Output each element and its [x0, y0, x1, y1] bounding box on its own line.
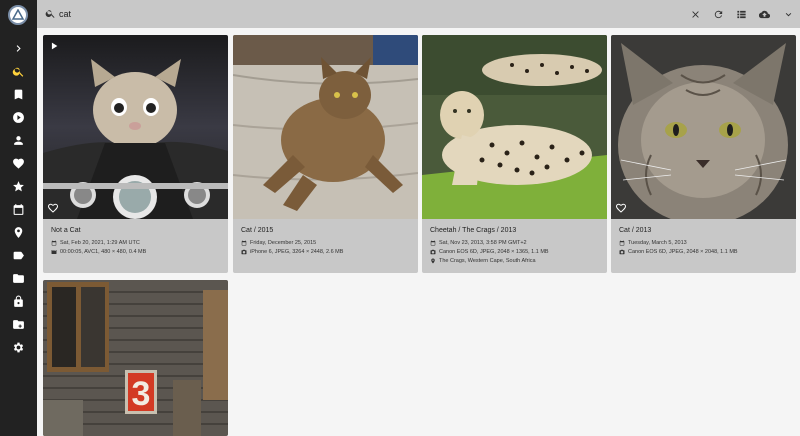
calendar-icon [619, 240, 625, 246]
chevron-right-icon [16, 44, 21, 52]
nav-search[interactable] [8, 61, 28, 81]
photo-card[interactable]: Not a Cat Sat, Feb 20, 2021, 1:29 AM UTC… [43, 35, 228, 273]
expand-search-button[interactable] [781, 7, 795, 21]
cloud-upload-icon [758, 10, 770, 18]
details-text: iPhone 6, JPEG, 3264 × 2448, 2.6 MB [250, 249, 344, 255]
photo-date: Tuesday, March 5, 2013 [619, 240, 796, 246]
label-icon [13, 251, 24, 259]
favorite-heart-icon[interactable] [615, 202, 627, 214]
view-mode-button[interactable] [734, 7, 748, 21]
photo-details: Canon EOS 6D, JPEG, 2048 × 2048, 1.1 MB [619, 249, 796, 255]
play-circle-icon [12, 111, 24, 123]
app-logo[interactable] [8, 5, 28, 25]
search-input[interactable] [59, 4, 659, 24]
close-icon [691, 10, 699, 18]
nav-people[interactable] [8, 130, 28, 150]
kitten-on-motorcycle-image [43, 35, 228, 219]
place-icon [431, 258, 435, 264]
photo-thumbnail[interactable]: 3 [43, 280, 228, 436]
photo-date: Friday, December 25, 2015 [241, 240, 418, 246]
calendar-icon [51, 240, 57, 246]
nav-labels[interactable] [8, 245, 28, 265]
details-text: Canon EOS 6D, JPEG, 2048 × 1365, 1.1 MB [439, 249, 549, 255]
photo-title[interactable]: Cat / 2013 [619, 227, 796, 234]
place-icon [14, 226, 22, 238]
photo-info: Cat / 2015 Friday, December 25, 2015 iPh… [233, 219, 418, 258]
nav-moments[interactable] [8, 176, 28, 196]
photo-thumbnail[interactable] [611, 35, 796, 219]
library-icon [12, 319, 24, 329]
calendar-icon [13, 203, 23, 215]
bookmark-icon [14, 89, 22, 99]
photo-title[interactable]: Cat / 2015 [241, 227, 418, 234]
house-with-number-three-image: 3 [43, 280, 228, 436]
photo-info: Cheetah / The Crags / 2013 Sat, Nov 23, … [422, 219, 607, 267]
calendar-icon [430, 240, 436, 246]
photo-details: Canon EOS 6D, JPEG, 2048 × 1365, 1.1 MB [430, 249, 607, 255]
date-text: Sat, Feb 20, 2021, 1:29 AM UTC [60, 240, 140, 246]
list-view-icon [736, 10, 746, 18]
tabby-cat-portrait-image [611, 35, 796, 219]
date-text: Sat, Nov 23, 2013, 3:58 PM GMT+2 [439, 240, 527, 246]
svg-text:3: 3 [132, 375, 151, 413]
photo-location: The Crags, Western Cape, South Africa [430, 258, 607, 264]
clear-search-button[interactable] [688, 7, 702, 21]
date-text: Friday, December 25, 2015 [250, 240, 317, 246]
video-icon [51, 250, 57, 254]
navigation-rail [0, 0, 37, 436]
photo-title[interactable]: Cheetah / The Crags / 2013 [430, 227, 607, 234]
cat-on-rug-image [233, 35, 418, 219]
details-text: 00:00:05, AVC1, 480 × 480, 0.4 MB [60, 249, 147, 255]
date-text: Tuesday, March 5, 2013 [628, 240, 687, 246]
nav-favorites[interactable] [8, 153, 28, 173]
photo-date: Sat, Feb 20, 2021, 1:29 AM UTC [51, 240, 228, 246]
person-icon [13, 135, 23, 145]
photo-info: Not a Cat Sat, Feb 20, 2021, 1:29 AM UTC… [43, 219, 228, 258]
play-icon [51, 42, 58, 50]
nav-videos[interactable] [8, 107, 28, 127]
camera-icon [619, 249, 625, 255]
photo-thumbnail[interactable] [43, 35, 228, 219]
nav-settings[interactable] [8, 337, 28, 357]
nav-places[interactable] [8, 222, 28, 242]
photo-date: Sat, Nov 23, 2013, 3:58 PM GMT+2 [430, 240, 607, 246]
photo-title[interactable]: Not a Cat [51, 227, 228, 234]
photo-details: iPhone 6, JPEG, 3264 × 2448, 2.6 MB [241, 249, 418, 255]
photo-thumbnail[interactable] [233, 35, 418, 219]
favorite-heart-icon[interactable] [47, 202, 59, 214]
folder-icon [12, 273, 24, 283]
lock-icon [13, 295, 23, 307]
nav-library[interactable] [8, 314, 28, 334]
refresh-icon [714, 10, 722, 18]
calendar-icon [241, 240, 247, 246]
nav-albums[interactable] [8, 84, 28, 104]
search-icon [45, 10, 55, 18]
chevron-down-icon [785, 12, 791, 16]
photo-info: Cat / 2013 Tuesday, March 5, 2013 Canon … [611, 219, 796, 258]
location-text: The Crags, Western Cape, South Africa [439, 258, 536, 264]
camera-icon [241, 249, 247, 255]
photo-card[interactable]: Cat / 2013 Tuesday, March 5, 2013 Canon … [611, 35, 796, 273]
details-text: Canon EOS 6D, JPEG, 2048 × 2048, 1.1 MB [628, 249, 738, 255]
settings-icon [13, 342, 23, 352]
upload-button[interactable] [757, 7, 771, 21]
refresh-button[interactable] [711, 7, 725, 21]
heart-icon [12, 158, 24, 169]
nav-calendar[interactable] [8, 199, 28, 219]
cheetah-image [422, 35, 607, 219]
star-icon [12, 180, 24, 191]
nav-private[interactable] [8, 291, 28, 311]
photo-card[interactable]: Cheetah / The Crags / 2013 Sat, Nov 23, … [422, 35, 607, 273]
nav-folders[interactable] [8, 268, 28, 288]
photo-card[interactable]: Cat / 2015 Friday, December 25, 2015 iPh… [233, 35, 418, 273]
photo-details: 00:00:05, AVC1, 480 × 480, 0.4 MB [51, 249, 228, 255]
search-toolbar [37, 0, 800, 28]
search-icon [12, 67, 23, 77]
logo-icon [12, 9, 24, 20]
camera-icon [430, 249, 436, 255]
photo-card[interactable]: 3 [43, 280, 228, 436]
photo-thumbnail[interactable] [422, 35, 607, 219]
expand-nav-button[interactable] [8, 38, 28, 58]
